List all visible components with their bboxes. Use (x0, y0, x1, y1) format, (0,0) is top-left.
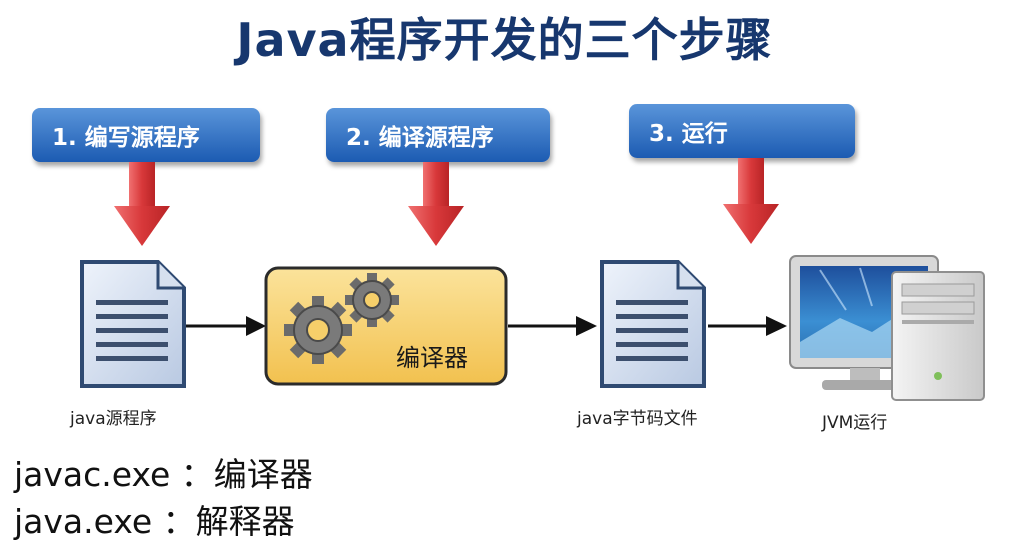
bytecode-file-icon (600, 260, 706, 388)
caption-bytecode: java字节码文件 (577, 409, 698, 429)
source-file-icon (80, 260, 186, 388)
compiler-box: 编译器 (264, 266, 508, 386)
caption-source: java源程序 (70, 409, 157, 429)
down-arrow-icon (114, 162, 170, 246)
flow-arrow-icon (186, 316, 266, 336)
flow-arrow-icon (508, 316, 597, 336)
computer-icon (789, 255, 985, 401)
down-arrow-icon (723, 158, 779, 244)
gear-icon (284, 296, 352, 364)
gear-icon (345, 273, 399, 327)
note-java: java.exe ：解释器 (14, 502, 295, 541)
down-arrow-icon (408, 162, 464, 246)
compiler-label: 编译器 (396, 344, 468, 372)
flow-arrow-icon (708, 316, 787, 336)
note-javac: javac.exe ：编译器 (14, 455, 313, 494)
caption-jvm: JVM运行 (822, 413, 888, 433)
